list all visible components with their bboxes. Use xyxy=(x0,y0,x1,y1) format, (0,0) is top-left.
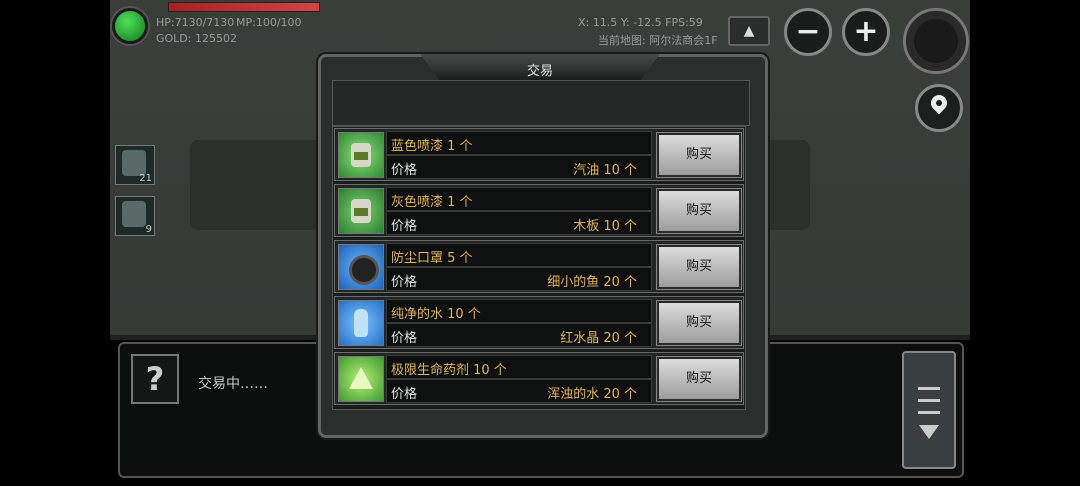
chat-scroll-button[interactable] xyxy=(902,351,956,469)
chat-status: 交易中…… xyxy=(198,376,268,392)
map-pin-icon xyxy=(927,91,951,115)
price-label: 价格 xyxy=(391,387,418,402)
blue-spray-paint-icon xyxy=(338,132,384,178)
dust-mask-icon xyxy=(338,244,384,290)
buy-button[interactable]: 购买 xyxy=(657,133,741,177)
status-orb[interactable] xyxy=(112,8,148,44)
item-name: 纯净的水 10 个 xyxy=(391,307,481,322)
trade-info-panel xyxy=(332,80,750,126)
price-label: 价格 xyxy=(391,275,418,290)
buy-button[interactable]: 购买 xyxy=(657,357,741,401)
price-label: 价格 xyxy=(391,163,418,178)
price-label: 价格 xyxy=(391,219,418,234)
inventory-slot-2[interactable]: 9 xyxy=(115,196,155,236)
zoom-out-button[interactable]: − xyxy=(784,8,832,56)
item-name: 防尘口罩 5 个 xyxy=(391,251,473,266)
buy-button[interactable]: 购买 xyxy=(657,301,741,345)
buy-button[interactable]: 购买 xyxy=(657,189,741,233)
coords-text: X: 11.5 Y: -12.5 FPS:59 xyxy=(578,16,703,29)
mp-text: MP:100/100 xyxy=(236,16,302,29)
price-value: 细小的鱼 20 个 xyxy=(547,275,637,290)
arrow-down-icon xyxy=(919,425,939,439)
zoom-in-button[interactable]: + xyxy=(842,8,890,56)
item-name: 蓝色喷漆 1 个 xyxy=(391,139,473,154)
item-name: 极限生命药剂 10 个 xyxy=(391,363,507,378)
collapse-button[interactable]: ▲ xyxy=(728,16,770,46)
inventory-slot-1[interactable]: 21 xyxy=(115,145,155,185)
hud-top: HP:7130/7130 MP:100/100 GOLD: 125502 X: … xyxy=(110,0,970,50)
npc-avatar: ? xyxy=(131,354,179,404)
life-potion-icon xyxy=(338,356,384,402)
trade-row: 灰色喷漆 1 个 价格 木板 10 个 购买 xyxy=(334,184,744,237)
trade-row: 纯净的水 10 个 价格 红水晶 20 个 购买 xyxy=(334,296,744,349)
item-name: 灰色喷漆 1 个 xyxy=(391,195,473,210)
item-icon xyxy=(122,201,146,227)
map-button[interactable] xyxy=(915,84,963,132)
gold-text: GOLD: 125502 xyxy=(156,32,237,45)
dialog-title: 交易 xyxy=(526,64,553,79)
price-value: 红水晶 20 个 xyxy=(560,331,637,346)
action-joystick[interactable] xyxy=(903,8,969,74)
item-count: 9 xyxy=(145,224,152,235)
hp-bar xyxy=(168,2,320,12)
trade-row: 蓝色喷漆 1 个 价格 汽油 10 个 购买 xyxy=(334,128,744,181)
price-value: 汽油 10 个 xyxy=(573,163,637,178)
trade-row: 极限生命药剂 10 个 价格 浑浊的水 20 个 购买 xyxy=(334,352,744,405)
price-label: 价格 xyxy=(391,331,418,346)
buy-button[interactable]: 购买 xyxy=(657,245,741,289)
trade-row: 防尘口罩 5 个 价格 细小的鱼 20 个 购买 xyxy=(334,240,744,293)
price-value: 浑浊的水 20 个 xyxy=(547,387,637,402)
gray-spray-paint-icon xyxy=(338,188,384,234)
hp-text: HP:7130/7130 xyxy=(156,16,235,29)
water-bottle-icon xyxy=(338,300,384,346)
current-map-text: 当前地图: 阿尔法商会1F xyxy=(598,34,718,47)
item-count: 21 xyxy=(139,173,152,184)
price-value: 木板 10 个 xyxy=(573,219,637,234)
